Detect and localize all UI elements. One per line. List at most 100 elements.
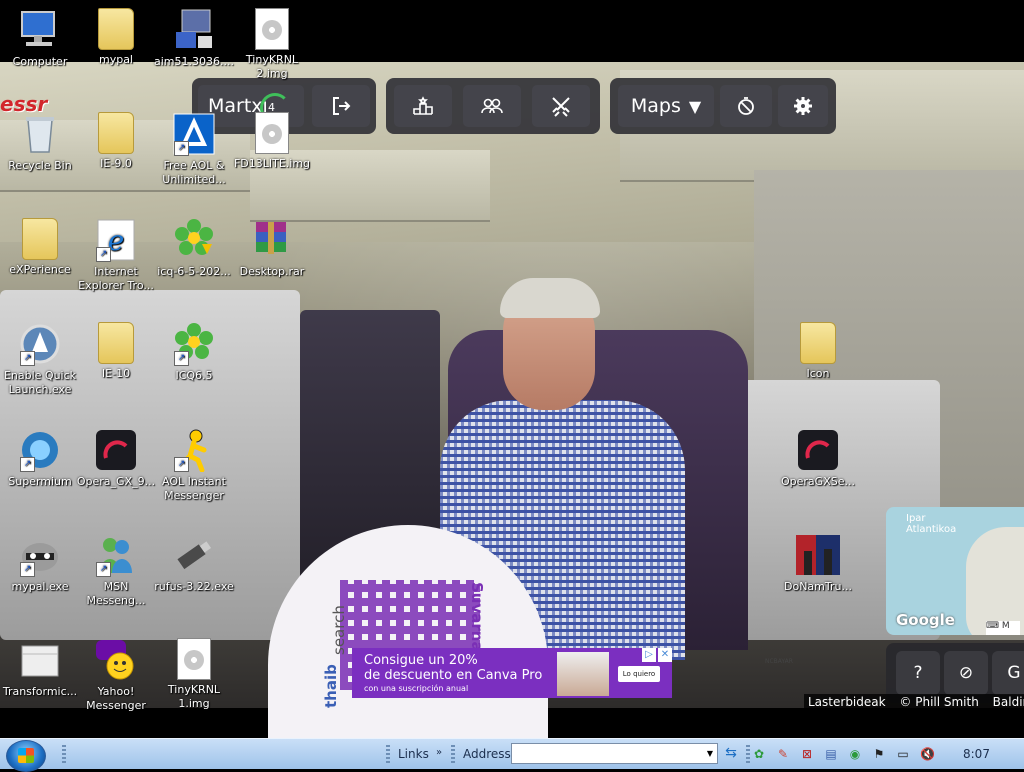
opera-gx-icon [796,428,840,472]
tray-network-icon[interactable]: ▭ [896,747,910,761]
desktop-icon-tinykrnl-2[interactable]: TinyKRNL 2.img [232,8,312,81]
tray-grip [746,745,750,763]
desktop-icon-ie-10[interactable]: IE-10 [76,322,156,381]
folder-icon [98,112,134,154]
settings-button[interactable] [778,85,828,127]
keyboard-shortcuts-icon[interactable]: ⌨ M [986,621,1020,635]
person-hair [500,278,600,318]
desktop-icon-rufus[interactable]: rufus-3.22.exe [154,533,234,594]
desktop-icon-label: rufus-3.22.exe [154,580,234,593]
taskbar-clock[interactable]: 8:07 [963,747,990,761]
leaderboard-button[interactable] [394,85,452,127]
address-toolbar-grip[interactable] [451,745,455,763]
desktop-icon-label: mypal [98,53,133,66]
credit-author[interactable]: Lasterbideak [808,695,886,709]
desktop-icon-transformic[interactable]: Transformic... [0,638,80,699]
desktop-icon-icon-folder[interactable]: Icon [778,322,858,381]
desktop-icon-label: Enable Quick Launch.exe [3,369,77,396]
desktop-icon-opera-gx-setup[interactable]: OperaGXSe... [778,428,858,489]
desktop-icon-donamtru[interactable]: DoNamTru... [778,533,858,594]
links-toolbar-label[interactable]: Links [398,747,429,761]
desktop-icon-experience[interactable]: eXPerience [0,218,80,277]
help-button[interactable]: ? [896,651,940,695]
desktop-icon-internet-explorer[interactable]: e ↗ Internet Explorer Tro... [76,218,156,293]
desktop-icon-msn-messenger[interactable]: ↗ MSN Messeng... [76,533,156,608]
aol-icon: ↗ [172,112,216,156]
maps-label: Maps [630,95,681,117]
folder-icon [98,8,134,50]
desktop-icon-enable-quick-launch[interactable]: ↗ Enable Quick Launch.exe [0,322,80,397]
friends-button[interactable] [463,85,521,127]
desktop-icon-label: OperaGXSe... [781,475,855,488]
tray-icq-icon[interactable]: ✿ [752,747,766,761]
yahoo-messenger-icon [94,638,138,682]
desktop-icon-opera-gx[interactable]: Opera_GX_9... [76,428,156,489]
desktop-icon-tinykrnl-1[interactable]: TinyKRNL 1.img [154,638,234,711]
installer-icon [172,8,216,52]
ad-cta-button[interactable]: Lo quiero [618,666,660,682]
disc-image-icon [177,638,211,680]
desktop-icon-label: Yahoo! Messenger [86,685,146,712]
desktop-icon-label: DoNamTru... [784,580,852,593]
fan-site-text: thaib [322,664,340,708]
windows-logo-icon [18,748,34,763]
tray-network-blocked-icon[interactable]: ⊠ [800,747,814,761]
maps-dropdown[interactable]: Maps ▼ [618,85,714,127]
quick-launch-icon: ↗ [18,322,62,366]
ad-line2: de descuento en Canva Pro [364,668,543,683]
desktop-icon-computer[interactable]: Computer [0,8,80,69]
links-chevron-icon[interactable]: » [436,747,442,758]
credit-extra: Baldint [992,695,1024,709]
logout-button[interactable] [312,85,370,127]
desktop-icon-desktop-rar[interactable]: Desktop.rar [232,218,312,279]
timer-off-button[interactable] [720,85,772,127]
compass-button[interactable]: ⊘ [944,651,988,695]
ad-banner[interactable]: Consigue un 20% de descuento en Canva Pr… [352,648,793,698]
ad-line3: con una suscripción anual [364,684,469,693]
desktop-icon-mypal[interactable]: mypal [76,8,156,67]
address-input[interactable]: ▼ [511,743,718,764]
links-toolbar-grip[interactable] [386,745,390,763]
desktop-icon-mypal-exe[interactable]: ↗ mypal.exe [0,533,80,594]
friends-icon [481,98,503,114]
go-arrows-icon[interactable]: ⇆ [721,743,741,763]
minimap-label-line2: Atlantikoa [906,524,957,535]
more-button[interactable]: G [992,651,1024,695]
game-toolbar-group [386,78,600,134]
tray-tool-icon[interactable]: ✎ [776,747,790,761]
desktop-icon-ie-9[interactable]: IE-9.0 [76,112,156,171]
tray-security-icon[interactable]: ◉ [848,747,862,761]
taskbar-grip[interactable] [62,745,66,763]
tray-flag-icon[interactable]: ⚑ [872,747,886,761]
desktop-icon-recycle-bin[interactable]: Recycle Bin [0,112,80,173]
desktop-icon-supermium[interactable]: ↗ Supermium [0,428,80,489]
desktop-icon-label: MSN Messeng... [86,580,146,607]
ad-image: NCBAYAR [557,652,793,696]
supermium-icon: ↗ [18,428,62,472]
desktop-icon-label: Free AOL & Unlimited... [162,159,226,186]
desktop-icon-label: IE-9.0 [100,157,132,170]
ad-info-icon[interactable]: ▷ [642,648,656,662]
desktop-icon-fd13lite[interactable]: FD13LITE.img [232,112,312,171]
maps-toolbar-group: Maps ▼ [610,78,836,134]
start-button[interactable] [6,740,46,772]
address-dropdown-icon[interactable]: ▼ [703,744,717,763]
duel-button[interactable] [532,85,590,127]
minimap[interactable]: Ipar Atlantikoa Google ⌨ M [886,507,1024,635]
desktop-icon-label: Computer [12,55,68,68]
tray-document-icon[interactable]: ▤ [824,747,838,761]
desktop-icon-yahoo-messenger[interactable]: Yahoo! Messenger [76,638,156,713]
desktop-icon-icq-installer[interactable]: icq-6-5-202... [154,218,234,279]
folder-icon [800,322,836,364]
desktop-icon-free-aol[interactable]: ↗ Free AOL & Unlimited... [154,112,234,187]
photo-credits: Lasterbideak © Phill Smith Baldint [804,694,1024,710]
desktop-icon-aol-instant-messenger[interactable]: ↗ AOL Instant Messenger [154,428,234,503]
desktop-icon-label: FD13LITE.img [233,157,311,170]
raccoon-icon: ↗ [18,533,62,577]
minimap-label: Ipar Atlantikoa [906,513,956,535]
desktop-icon-aim51[interactable]: aim51.3036.... [154,8,234,69]
tray-volume-muted-icon[interactable]: 🔇 [920,747,935,761]
desktop-icon-icq65[interactable]: ↗ ICQ6.5 [154,322,234,383]
ad-close-icon[interactable]: ✕ [658,648,672,662]
minimap-land [966,527,1024,635]
